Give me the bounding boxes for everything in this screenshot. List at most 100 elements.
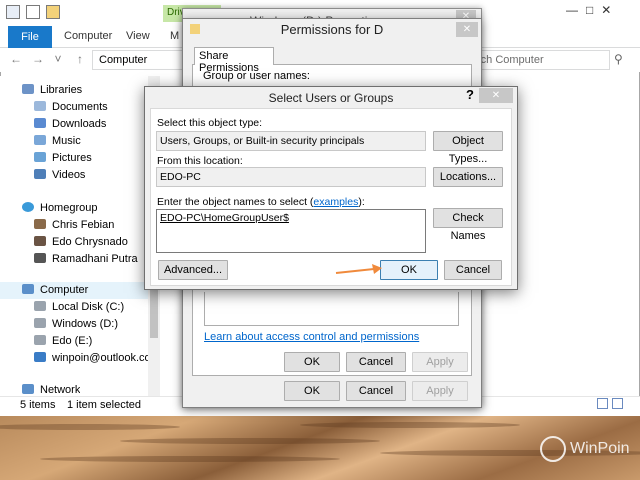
nav-hg-user2[interactable]: Edo Chrysnado [34,234,128,251]
maximize-icon[interactable]: □ [586,3,593,17]
videos-icon [34,169,46,179]
details-view-icon[interactable] [597,398,608,409]
groups-label: Group or user names: [203,70,310,82]
nav-label: Libraries [40,84,83,96]
music-icon [34,135,46,145]
nav-label: Local Disk (C:) [52,301,125,313]
nav-label: winpoin@outlook.com [52,352,160,364]
names-label-text: Enter the object names to select ( [157,196,314,208]
minimize-icon[interactable]: — [566,3,578,17]
documents-icon [34,101,46,111]
close-icon[interactable]: ✕ [456,22,478,37]
permissions-cancel-button[interactable]: Cancel [346,352,406,372]
search-icon[interactable]: ⚲ [614,52,623,66]
nav-hg-user3[interactable]: Ramadhani Putra [34,251,138,268]
permissions-title: Permissions for D [280,22,384,37]
status-selection: 1 item selected [67,399,141,411]
tab-view[interactable]: View [126,30,150,42]
annotation-arrow [335,264,382,274]
chevron-down-icon[interactable]: ˅ [50,51,66,67]
nav-label: Edo Chrysnado [52,236,128,248]
computer-icon[interactable] [6,5,20,19]
network-icon [22,384,34,394]
tab-file[interactable]: File [8,26,52,48]
nav-label: Pictures [52,152,92,164]
help-icon[interactable]: ? [466,87,474,102]
nav-label: Ramadhani Putra [52,253,138,265]
status-item-count: 5 items [20,399,56,411]
arrow-shaft [335,268,375,274]
search-input[interactable]: rch Computer [470,50,610,70]
select-ok-button[interactable]: OK [380,260,438,280]
new-folder-icon[interactable] [46,5,60,19]
nav-music[interactable]: Music [34,133,81,150]
nav-edo-e[interactable]: Edo (E:) [34,333,92,350]
up-icon[interactable]: ↑ [72,51,88,67]
permissions-ok-button[interactable]: OK [284,352,340,372]
properties-icon[interactable] [26,5,40,19]
nav-pictures[interactable]: Pictures [34,150,92,167]
homegroup-icon [22,202,34,212]
object-names-input[interactable]: EDO-PC\HomeGroupUser$ [156,209,426,253]
permissions-apply-button[interactable]: Apply [412,352,468,372]
network-drive-icon [34,352,46,362]
user-avatar-icon [34,219,46,229]
navigation-pane: Libraries Documents Downloads Music Pict… [0,76,160,396]
check-names-button[interactable]: Check Names [433,208,503,242]
drive-icon [34,301,46,311]
learn-access-link[interactable]: Learn about access control and permissio… [204,331,419,343]
user-avatar-icon [34,253,46,263]
nav-label: Videos [52,169,86,181]
nav-label: Computer [40,284,89,296]
nav-label: Documents [52,101,108,113]
object-type-label: Select this object type: [157,117,263,129]
locations-button[interactable]: Locations... [433,167,503,187]
tab-computer[interactable]: Computer [64,30,112,42]
watermark: WinPoin [570,440,630,457]
nav-windows-d[interactable]: Windows (D:) [34,316,118,333]
properties-ok-button[interactable]: OK [284,381,340,401]
nav-winpoin[interactable]: winpoin@outlook.com [34,350,160,367]
scrollbar-thumb[interactable] [150,288,158,338]
forward-icon[interactable]: → [30,51,46,67]
address-text: Computer [99,54,148,66]
nav-computer[interactable]: Computer [0,282,148,299]
tab-share-permissions[interactable]: Share Permissions [194,47,274,74]
back-icon[interactable]: ← [8,51,24,67]
nav-local-disk[interactable]: Local Disk (C:) [34,299,124,316]
pictures-icon [34,152,46,162]
properties-cancel-button[interactable]: Cancel [346,381,406,401]
examples-link[interactable]: examples [313,196,358,208]
close-icon[interactable]: ✕ [601,3,611,17]
close-icon[interactable]: ✕ [479,88,513,103]
nav-downloads[interactable]: Downloads [34,116,106,133]
nav-label: Network [40,384,81,396]
nav-label: Windows (D:) [52,318,119,330]
nav-videos[interactable]: Videos [34,167,85,184]
libraries-icon [22,84,34,94]
names-label-suffix: ): [358,196,365,208]
quick-access-toolbar [6,5,60,19]
tab-manage[interactable]: M [170,30,179,42]
computer-icon [22,284,34,294]
nav-hg-user1[interactable]: Chris Febian [34,217,114,234]
advanced-button[interactable]: Advanced... [158,260,228,280]
object-types-button[interactable]: Object Types... [433,131,503,165]
permissions-list[interactable] [204,292,459,326]
nav-homegroup[interactable]: Homegroup [22,200,97,217]
large-icons-view-icon[interactable] [612,398,623,409]
winpoin-logo [540,436,566,462]
names-label: Enter the object names to select (exampl… [157,196,365,208]
nav-label: Music [52,135,81,147]
window-controls: — □ ✕ [566,3,611,17]
nav-label: Chris Febian [52,219,115,231]
properties-apply-button[interactable]: Apply [412,381,468,401]
nav-documents[interactable]: Documents [34,99,108,116]
nav-network[interactable]: Network [22,382,80,396]
location-field: EDO-PC [156,167,426,187]
address-bar[interactable]: Computer [92,50,184,70]
select-cancel-button[interactable]: Cancel [444,260,502,280]
view-toggle [597,398,623,409]
user-avatar-icon [34,236,46,246]
nav-libraries[interactable]: Libraries [22,82,82,99]
